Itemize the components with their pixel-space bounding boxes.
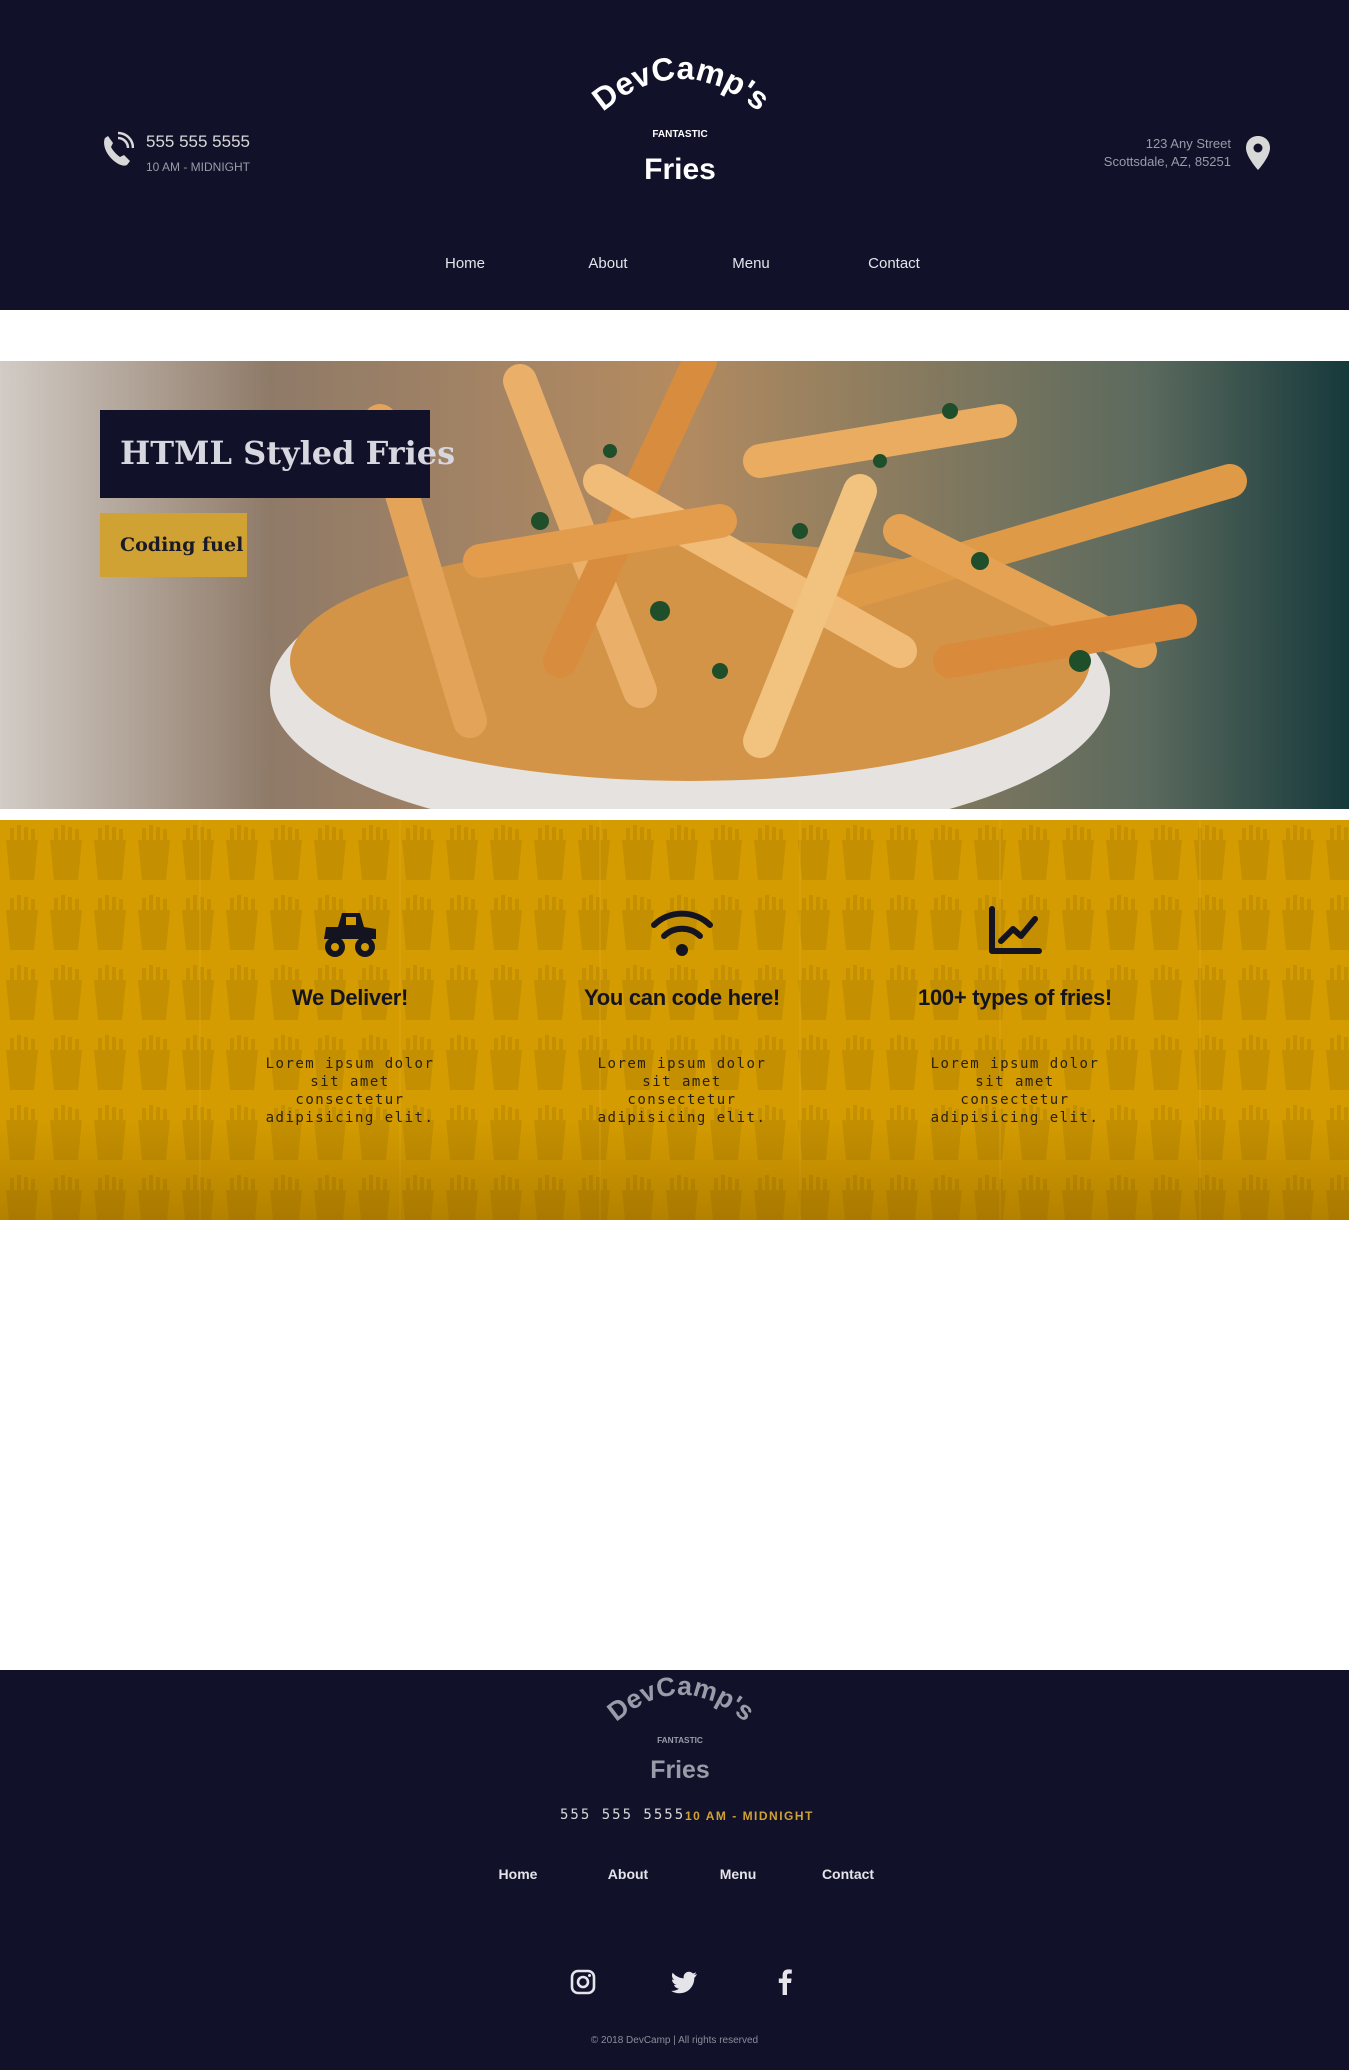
nav-contact[interactable]: Contact	[844, 255, 944, 272]
feature-title: You can code here!	[584, 985, 780, 1010]
footer-hours: 10 AM - MIDNIGHT	[685, 1809, 814, 1823]
feature-description: Lorem ipsum dolor sit amet consectetur a…	[597, 1056, 767, 1126]
hero-title: HTML Styled Fries	[120, 434, 456, 472]
map-pin-icon	[1246, 136, 1270, 170]
address-city: Scottsdale, AZ, 85251	[1103, 154, 1231, 169]
logo-line2: FANTASTIC	[652, 129, 707, 140]
site-footer: DevCamp's FANTASTIC Fries 555 555 5555 1…	[0, 1670, 1349, 2070]
footer-logo[interactable]: DevCamp's FANTASTIC Fries	[601, 1671, 760, 1787]
contact-address: 123 Any Street Scottsdale, AZ, 85251	[1104, 135, 1271, 171]
main-nav: Home About Menu Contact	[0, 255, 1349, 285]
site-logo[interactable]: DevCamp's FANTASTIC Fries	[585, 50, 776, 190]
feature-fry-types: 100+ types of fries! Lorem ipsum dolor s…	[885, 905, 1145, 1127]
site-header: 555 555 5555 10 AM - MIDNIGHT DevCamp's …	[0, 0, 1349, 310]
logo-line3: Fries	[644, 153, 716, 186]
hero-title-box: HTML Styled Fries	[100, 410, 455, 498]
feature-description: Lorem ipsum dolor sit amet consectetur a…	[930, 1056, 1100, 1126]
monster-truck-icon	[324, 913, 376, 957]
instagram-icon	[570, 1969, 596, 1995]
footer-nav-menu[interactable]: Menu	[688, 1866, 788, 1882]
feature-title: We Deliver!	[291, 985, 409, 1010]
footer-nav-home[interactable]: Home	[468, 1866, 568, 1882]
footer-logo-line1: DevCamp's	[605, 1675, 755, 1727]
devcamp-logo: DevCamp's FANTASTIC Fries	[601, 1671, 760, 1784]
opening-hours: 10 AM - MIDNIGHT	[146, 160, 251, 174]
hero-subtitle: Coding fuel	[120, 534, 244, 556]
phone-number[interactable]: 555 555 5555	[146, 132, 250, 152]
instagram-link[interactable]	[568, 1967, 598, 1997]
footer-phone[interactable]: 555 555 5555	[560, 1807, 685, 1823]
features-shade	[0, 1120, 1349, 1220]
feature-title: 100+ types of fries!	[918, 985, 1112, 1010]
facebook-icon	[778, 1969, 792, 1995]
feature-coding: You can code here! Lorem ipsum dolor sit…	[552, 905, 812, 1127]
footer-nav-about[interactable]: About	[578, 1866, 678, 1882]
twitter-link[interactable]	[670, 1967, 700, 1997]
nav-home[interactable]: Home	[415, 255, 515, 272]
devcamp-logo: DevCamp's FANTASTIC Fries	[585, 50, 776, 186]
twitter-icon	[671, 1971, 697, 1994]
footer-logo-line3: Fries	[650, 1756, 709, 1784]
phone-icon	[104, 131, 134, 166]
hero-banner: HTML Styled Fries Coding fuel	[0, 361, 1349, 809]
logo-line1: DevCamp's	[590, 55, 770, 117]
feature-description: Lorem ipsum dolor sit amet consectetur a…	[265, 1056, 435, 1126]
address-street: 123 Any Street	[1145, 136, 1231, 151]
feature-delivery: We Deliver! Lorem ipsum dolor sit amet c…	[220, 905, 480, 1127]
facebook-link[interactable]	[770, 1967, 800, 1997]
nav-about[interactable]: About	[558, 255, 658, 272]
copyright: © 2018 DevCamp | All rights reserved	[590, 2035, 759, 2046]
line-chart-icon	[989, 906, 1042, 954]
nav-menu[interactable]: Menu	[701, 255, 801, 272]
footer-logo-line2: FANTASTIC	[657, 1735, 703, 1745]
wifi-icon	[651, 910, 713, 956]
features-section: We Deliver! Lorem ipsum dolor sit amet c…	[0, 820, 1349, 1220]
contact-phone: 555 555 5555 10 AM - MIDNIGHT	[98, 130, 250, 174]
hero-subtitle-button[interactable]: Coding fuel	[100, 513, 247, 577]
footer-nav-contact[interactable]: Contact	[798, 1866, 898, 1882]
